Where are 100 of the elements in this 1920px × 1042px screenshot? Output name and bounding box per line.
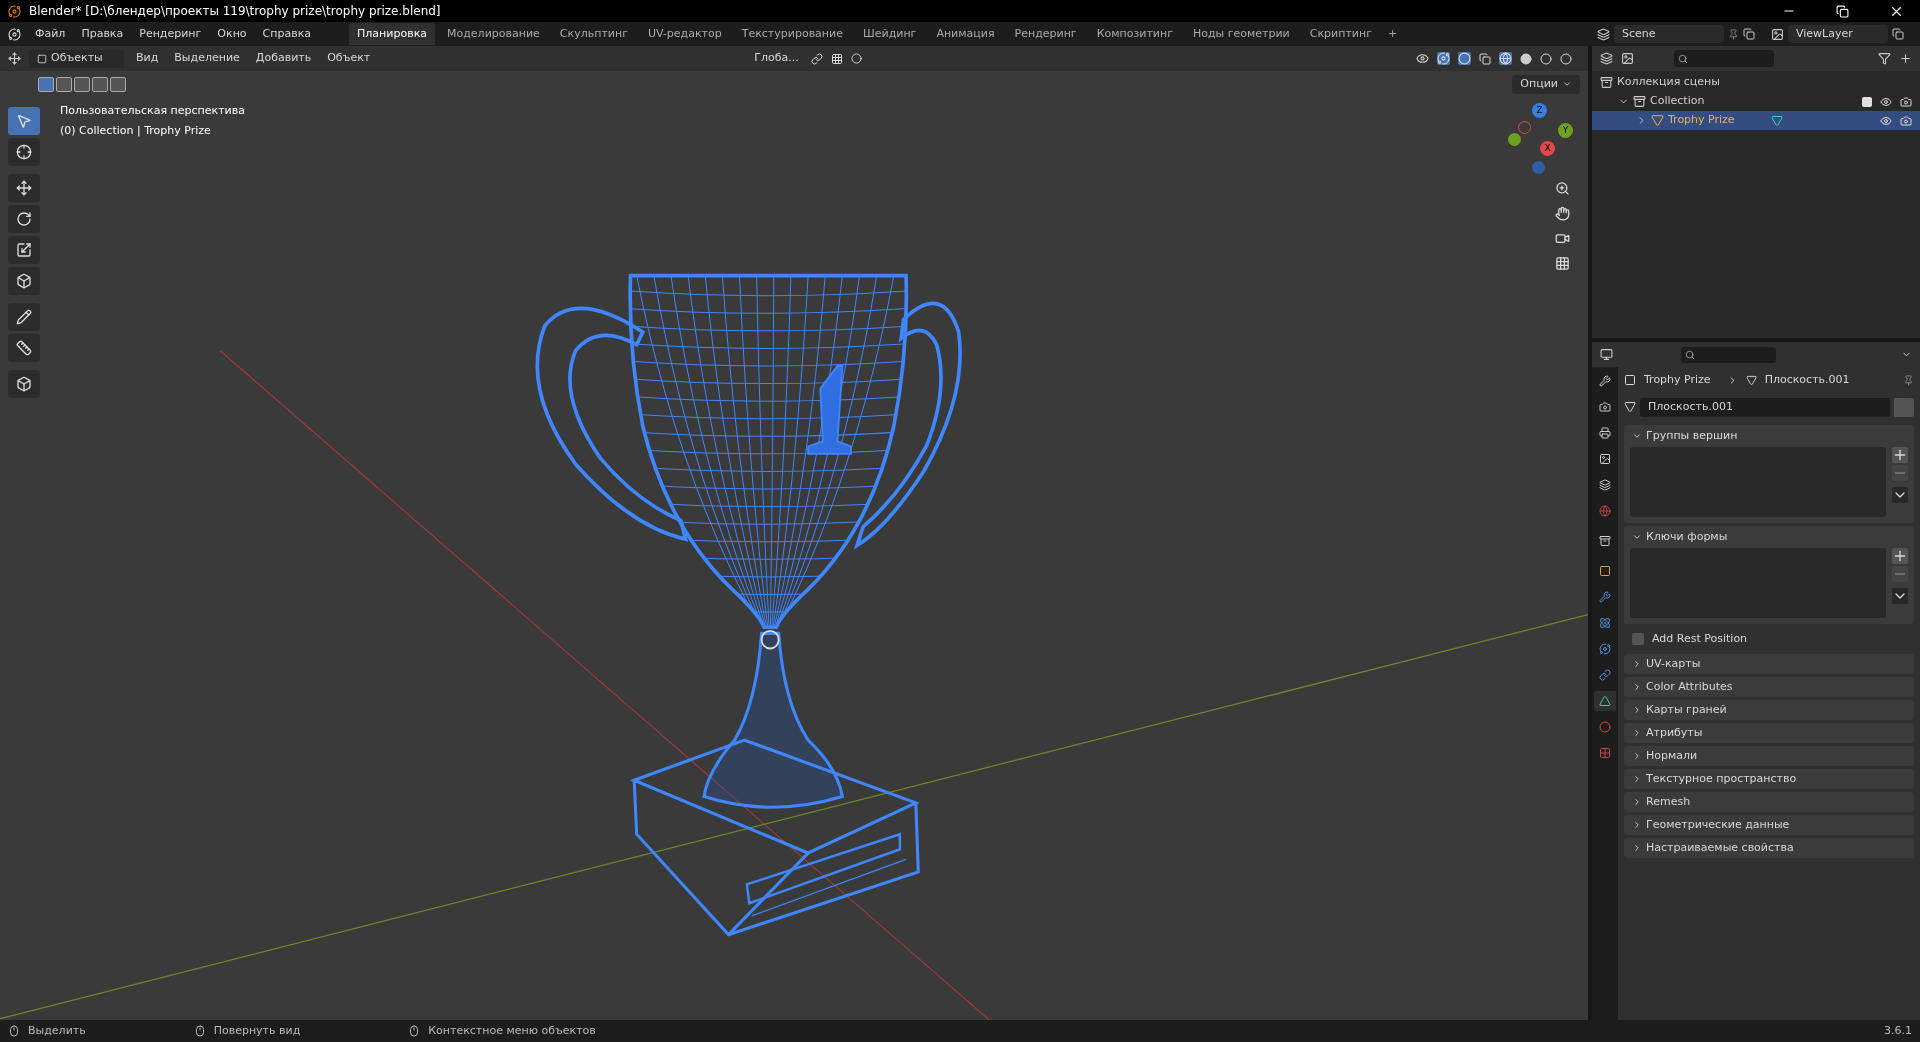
select-mode-button[interactable] xyxy=(56,77,72,92)
checkbox[interactable] xyxy=(1632,633,1644,645)
display-mode-icon[interactable] xyxy=(1621,52,1634,65)
workspace-tab[interactable]: Планировка xyxy=(349,22,435,46)
z-axis-handle[interactable]: Z xyxy=(1532,103,1547,118)
tool-button[interactable] xyxy=(8,334,40,362)
collapsed-panel[interactable]: Текстурное пространство xyxy=(1624,769,1914,789)
viewport-menu[interactable]: Объект xyxy=(323,50,375,67)
tool-button[interactable] xyxy=(8,174,40,202)
specials-icon[interactable] xyxy=(1892,487,1908,503)
specials-icon[interactable] xyxy=(1892,588,1908,604)
gizmo-toggle-icon[interactable] xyxy=(1437,52,1450,65)
select-mode-button[interactable] xyxy=(92,77,108,92)
view-layer-field[interactable]: ViewLayer xyxy=(1788,25,1888,43)
visibility-icon[interactable] xyxy=(1880,95,1892,108)
menu-item[interactable]: Рендеринг xyxy=(133,25,208,43)
new-collection-icon[interactable] xyxy=(1899,52,1912,65)
restore-button[interactable] xyxy=(1836,4,1849,18)
select-mode-button[interactable] xyxy=(74,77,90,92)
overlay-toggle-icon[interactable] xyxy=(1458,52,1471,65)
orientation-dropdown[interactable]: Глоба... xyxy=(750,50,803,67)
workspace-tab[interactable]: Шейдинг xyxy=(854,22,925,46)
pin-icon[interactable] xyxy=(1903,374,1914,386)
editor-type-icon[interactable] xyxy=(1600,52,1613,65)
hand-icon[interactable] xyxy=(1555,206,1570,221)
workspace-tab[interactable]: Моделирование xyxy=(439,22,548,46)
collapsed-panel[interactable]: Настраиваемые свойства xyxy=(1624,838,1914,858)
render-icon[interactable] xyxy=(1900,114,1912,127)
y-axis-handle[interactable]: Y xyxy=(1558,123,1573,138)
rendered-shading-icon[interactable] xyxy=(1560,52,1572,65)
menu-item[interactable]: Правка xyxy=(75,25,130,43)
mesh-name-field[interactable]: Плоскость.001 xyxy=(1640,397,1890,417)
workspace-tab[interactable]: Анимация xyxy=(928,22,1003,46)
mesh-icon[interactable] xyxy=(1624,401,1636,413)
view-layer-icon[interactable] xyxy=(1771,27,1784,41)
x-axis-handle[interactable]: X xyxy=(1540,141,1555,156)
search-field[interactable] xyxy=(1674,50,1774,67)
tool-button[interactable] xyxy=(8,370,40,398)
add-icon[interactable] xyxy=(1892,447,1908,463)
menu-item[interactable]: Файл xyxy=(29,25,72,43)
collapsed-panel[interactable]: Color Attributes xyxy=(1624,677,1914,697)
proportional-edit-icon[interactable] xyxy=(850,53,862,64)
zoom-icon[interactable] xyxy=(1555,181,1570,196)
negative-z-handle[interactable] xyxy=(1532,161,1545,174)
editor-type-icon[interactable] xyxy=(8,52,21,65)
tool-button[interactable] xyxy=(8,267,40,295)
scene-icon[interactable] xyxy=(1597,27,1610,41)
select-mode-button[interactable] xyxy=(110,77,126,92)
collapsed-panel[interactable]: UV-карты xyxy=(1624,654,1914,674)
blender-menu-icon[interactable] xyxy=(8,27,21,41)
workspace-tab[interactable]: Текстурирование xyxy=(733,22,851,46)
viewport-menu[interactable]: Вид xyxy=(132,50,163,67)
workspace-tab[interactable]: Скульптинг xyxy=(551,22,636,46)
workspace-tab[interactable]: Скриптинг xyxy=(1301,22,1380,46)
options-dropdown[interactable]: Опции xyxy=(1512,75,1580,94)
material-shading-icon[interactable] xyxy=(1540,52,1552,65)
snap-icon[interactable] xyxy=(830,52,843,65)
include-checkbox[interactable] xyxy=(1862,96,1872,107)
search-field[interactable] xyxy=(1681,346,1776,363)
panel-title[interactable]: Группы вершин xyxy=(1646,427,1738,445)
visibility-icon[interactable] xyxy=(1416,52,1429,65)
grid-icon[interactable] xyxy=(1555,256,1570,271)
new-view-layer-icon[interactable] xyxy=(1892,28,1904,40)
workspace-tab[interactable]: Рендеринг xyxy=(1006,22,1085,46)
collapsed-panel[interactable]: Нормали xyxy=(1624,746,1914,766)
pivot-icon[interactable] xyxy=(810,52,823,65)
workspace-tab[interactable]: Композитинг xyxy=(1088,22,1181,46)
render-icon[interactable] xyxy=(1900,95,1912,108)
collapsed-panel[interactable]: Карты граней xyxy=(1624,700,1914,720)
mode-dropdown[interactable]: Объекты xyxy=(29,49,124,68)
outliner-row[interactable]: Trophy Prize xyxy=(1592,111,1920,130)
visibility-icon[interactable] xyxy=(1880,114,1892,127)
tool-button[interactable] xyxy=(8,236,40,264)
negative-y-handle[interactable] xyxy=(1508,133,1521,146)
add-icon[interactable] xyxy=(1892,548,1908,564)
tool-button[interactable] xyxy=(8,205,40,233)
filter-icon[interactable] xyxy=(1878,52,1891,65)
collapsed-panel[interactable]: Атрибуты xyxy=(1624,723,1914,743)
wireframe-shading-icon[interactable] xyxy=(1499,52,1512,65)
add-workspace-button[interactable]: + xyxy=(1383,25,1402,43)
menu-item[interactable]: Окно xyxy=(211,25,253,43)
menu-item[interactable]: Справка xyxy=(256,25,318,43)
properties-tab[interactable] xyxy=(1594,691,1616,711)
solid-shading-icon[interactable] xyxy=(1520,52,1532,65)
new-scene-icon[interactable] xyxy=(1743,28,1755,40)
editor-type-icon[interactable] xyxy=(1600,348,1613,361)
viewport-menu[interactable]: Выделение xyxy=(170,50,244,67)
outliner-row[interactable]: Collection xyxy=(1592,92,1920,111)
mesh-data-icon[interactable] xyxy=(1770,114,1783,127)
tool-button[interactable] xyxy=(8,138,40,166)
tool-button[interactable] xyxy=(8,303,40,331)
panel-title[interactable]: Ключи формы xyxy=(1646,528,1728,546)
collapsed-panel[interactable]: Remesh xyxy=(1624,792,1914,812)
camera-icon[interactable] xyxy=(1555,231,1570,246)
outliner-row[interactable]: Коллекция сцены xyxy=(1592,73,1920,92)
pin-icon[interactable] xyxy=(1728,28,1739,40)
collapsed-panel[interactable]: Геометрические данные xyxy=(1624,815,1914,835)
xray-icon[interactable] xyxy=(1479,52,1491,65)
workspace-tab[interactable]: Ноды геометрии xyxy=(1184,22,1298,46)
scene-field[interactable]: Scene xyxy=(1614,25,1724,43)
